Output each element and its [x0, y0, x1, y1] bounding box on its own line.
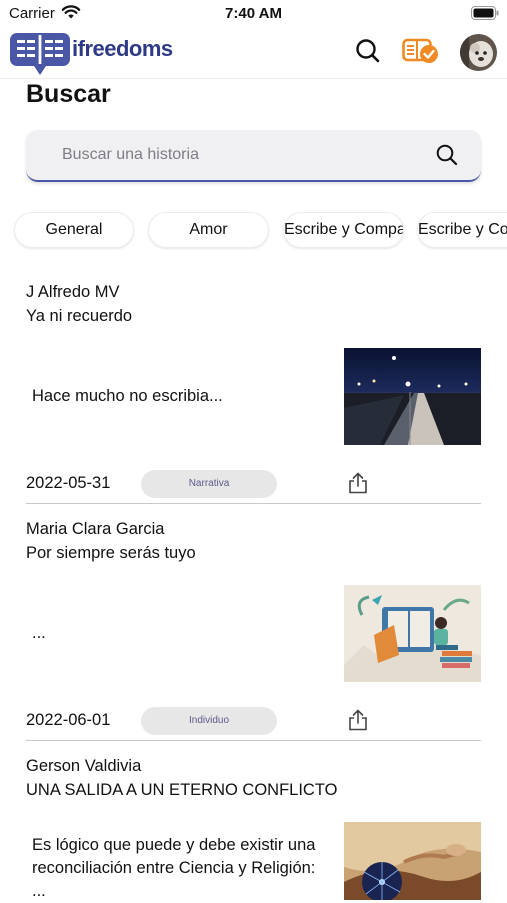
story-author: Gerson Valdivia: [26, 757, 142, 775]
search-input[interactable]: [60, 130, 434, 180]
story-thumbnail[interactable]: [344, 822, 481, 900]
chip-escribe-y-comparte[interactable]: Escribe y Comparte: [283, 212, 404, 248]
story-date: 2022-05-31: [26, 474, 111, 492]
story-author: J Alfredo MV: [26, 283, 120, 301]
story-title: Ya ni recuerdo: [26, 307, 133, 325]
search-icon: [356, 39, 380, 63]
story-date: 2022-06-01: [26, 711, 111, 729]
page-title: Buscar: [26, 80, 111, 108]
book-check-icon: [402, 38, 438, 63]
search-bar: [26, 130, 481, 182]
clock: 7:40 AM: [225, 5, 282, 22]
divider: [26, 740, 481, 741]
story-thumbnail[interactable]: [344, 348, 481, 445]
story-excerpt: Es lógico que puede y debe existir una r…: [32, 836, 316, 900]
search-submit-button[interactable]: [435, 143, 459, 172]
story-excerpt: ...: [32, 624, 46, 642]
chip-general[interactable]: General: [14, 212, 134, 248]
story-author: Maria Clara Garcia: [26, 520, 165, 538]
story-title: UNA SALIDA A UN ETERNO CONFLICTO: [26, 781, 338, 799]
chip-amor[interactable]: Amor: [148, 212, 269, 248]
share-button[interactable]: [348, 709, 368, 736]
share-button[interactable]: [348, 472, 368, 499]
divider: [26, 503, 481, 504]
app-name: ifreedoms: [72, 36, 173, 61]
logo-icon: [9, 31, 71, 82]
battery-icon: [471, 6, 499, 25]
category-badge: Narrativa: [141, 470, 277, 498]
story-title: Por siempre serás tuyo: [26, 544, 196, 562]
status-bar: Carrier 7:40 AM: [0, 0, 507, 28]
avatar[interactable]: [460, 34, 497, 71]
story-thumbnail[interactable]: [344, 585, 481, 682]
share-icon: [349, 709, 367, 731]
reading-list-button[interactable]: [402, 36, 440, 71]
share-icon: [349, 472, 367, 494]
search-button[interactable]: [353, 36, 383, 71]
chip-escribe-y-comparte-2[interactable]: Escribe y Comparte: [417, 212, 507, 248]
category-chips: General Amor Escribe y Comparte Escribe …: [0, 212, 507, 250]
category-badge: Individuo: [141, 707, 277, 735]
story-excerpt: Hace mucho no escribia...: [32, 387, 223, 405]
story-card[interactable]: Gerson Valdivia UNA SALIDA A UN ETERNO C…: [26, 754, 481, 900]
story-card[interactable]: J Alfredo MV Ya ni recuerdo Hace mucho n…: [26, 280, 481, 505]
app-header: ifreedoms: [0, 28, 507, 79]
story-card[interactable]: Maria Clara Garcia Por siempre serás tuy…: [26, 517, 481, 742]
search-icon: [436, 144, 458, 166]
